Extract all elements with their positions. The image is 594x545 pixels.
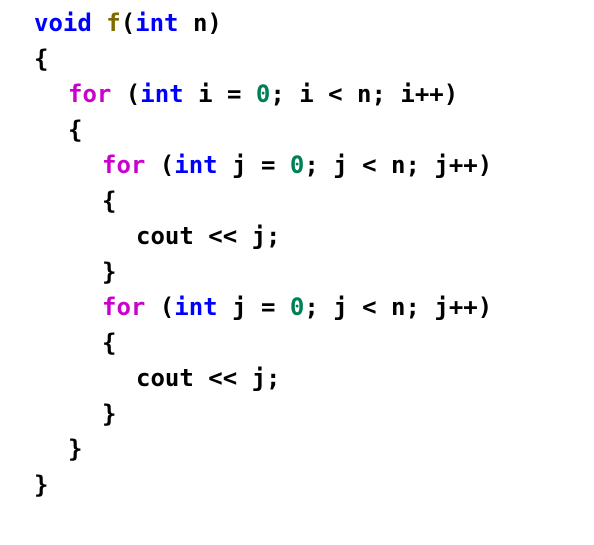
code-line: { — [0, 184, 594, 220]
code-token-plain: } — [68, 435, 83, 463]
code-token-plain: } — [34, 470, 49, 499]
code-token-plain: { — [68, 115, 83, 144]
code-line: { — [0, 42, 594, 78]
code-token-plain: ( — [145, 151, 175, 179]
code-token-plain: { — [102, 186, 117, 215]
code-token-number: 0 — [289, 293, 305, 321]
code-token-plain: } — [102, 257, 117, 286]
code-token-plain: i = — [183, 80, 256, 108]
code-line: } — [0, 468, 594, 504]
code-token-number: 0 — [289, 151, 305, 179]
code-lines-container: void f(int n){for (int i = 0; i < n; i++… — [0, 6, 594, 503]
code-token-plain: j = — [217, 293, 290, 321]
code-token-plain: ( — [111, 80, 141, 108]
code-line: for (int i = 0; i < n; i++) — [0, 77, 594, 113]
code-token-function: f — [106, 9, 121, 37]
code-token-plain: cout << j; — [136, 364, 281, 392]
code-token-plain: j = — [217, 151, 290, 179]
code-line: for (int j = 0; j < n; j++) — [0, 290, 594, 326]
code-token-control: for — [68, 80, 112, 108]
code-token-plain: ; j < n; j++) — [304, 151, 493, 179]
code-token-plain: ( — [145, 293, 175, 321]
code-line: } — [0, 432, 594, 468]
code-token-control: for — [102, 293, 146, 321]
code-line: } — [0, 397, 594, 433]
code-token-plain: ; j < n; j++) — [304, 293, 493, 321]
code-token-plain: } — [102, 399, 117, 428]
code-token-keyword: int — [174, 293, 218, 321]
code-token-keyword: void — [34, 9, 92, 37]
code-line: } — [0, 255, 594, 291]
code-token-keyword: int — [140, 80, 184, 108]
code-snippet-view: void f(int n){for (int i = 0; i < n; i++… — [0, 6, 594, 545]
code-line: { — [0, 113, 594, 149]
code-line: cout << j; — [0, 219, 594, 255]
code-line: cout << j; — [0, 361, 594, 397]
code-token-number: 0 — [255, 80, 271, 108]
code-line: for (int j = 0; j < n; j++) — [0, 148, 594, 184]
code-token-plain: ; i < n; i++) — [270, 80, 459, 108]
code-token-plain: ( — [120, 9, 136, 37]
code-token-plain: n) — [178, 9, 222, 37]
code-token-plain: { — [102, 328, 117, 357]
code-token-plain: cout << j; — [136, 222, 281, 250]
code-token-keyword: int — [174, 151, 218, 179]
code-token-plain: { — [34, 44, 49, 73]
code-token-control: for — [102, 151, 146, 179]
code-line: void f(int n) — [0, 6, 594, 42]
code-line: { — [0, 326, 594, 362]
code-token-keyword: int — [135, 9, 179, 37]
